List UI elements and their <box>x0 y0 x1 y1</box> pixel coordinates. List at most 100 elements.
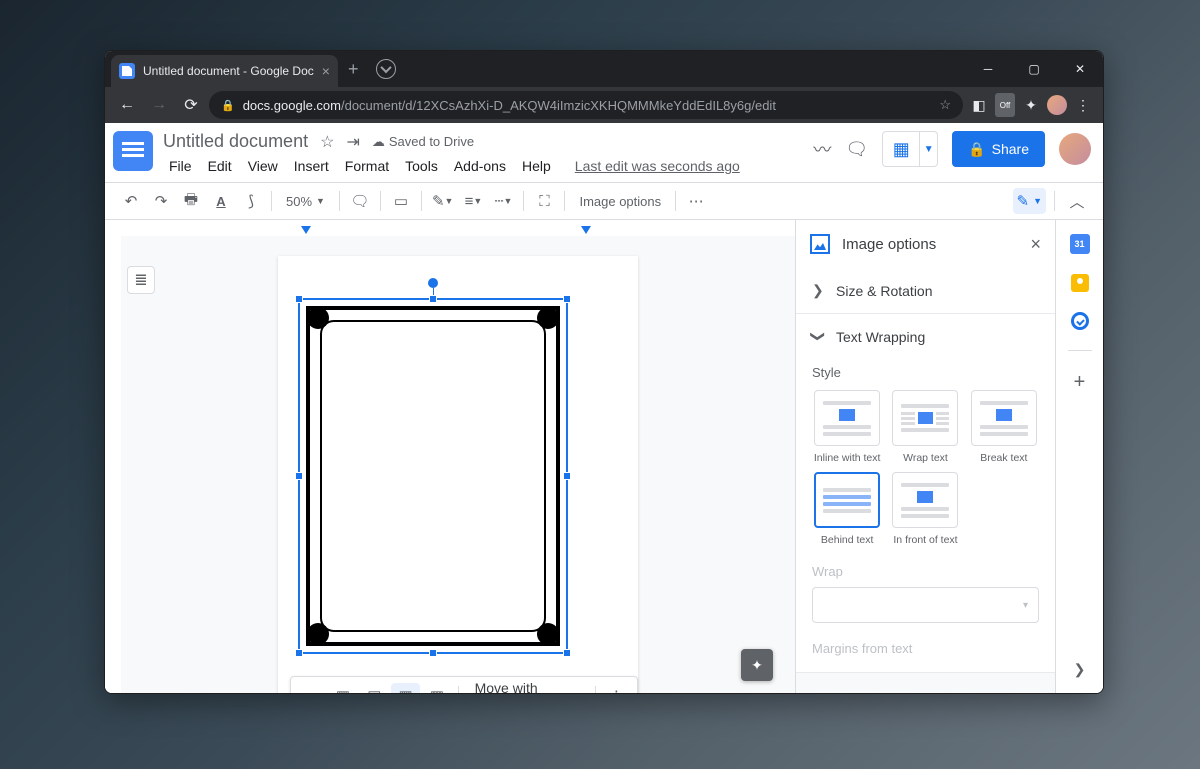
lock-icon: 🔒 <box>968 141 985 158</box>
browser-menu-icon[interactable]: ⋮ <box>1071 93 1095 117</box>
border-dash-button[interactable]: ┄▼ <box>489 188 517 214</box>
editing-mode-button[interactable]: ✎ ▼ <box>1013 188 1047 214</box>
style-break[interactable]: Break text <box>969 390 1039 464</box>
browser-tab[interactable]: Untitled document - Google Doc × <box>111 55 338 87</box>
omnibox[interactable]: 🔒 docs.google.com/document/d/12XCsAzhXi-… <box>209 91 963 119</box>
account-avatar[interactable] <box>1059 133 1091 165</box>
close-tab-icon[interactable]: × <box>322 63 330 79</box>
add-addon-button[interactable]: + <box>1074 371 1086 394</box>
image-options-button[interactable]: Image options <box>571 188 669 214</box>
resize-handle-b[interactable] <box>429 649 437 657</box>
hide-sidepanel-button[interactable]: ❯ <box>1066 655 1094 683</box>
docs-logo[interactable] <box>113 131 153 171</box>
last-edit-link[interactable]: Last edit was seconds ago <box>569 156 746 176</box>
panel-title: Image options <box>842 236 936 253</box>
present-dropdown-icon[interactable]: ▼ <box>919 132 937 166</box>
menu-bar: File Edit View Insert Format Tools Add-o… <box>163 156 803 176</box>
break-option-icon[interactable]: ▤ <box>360 683 389 693</box>
maximize-button[interactable]: ▢ <box>1011 51 1057 87</box>
profile-avatar[interactable] <box>1047 95 1067 115</box>
forward-button[interactable]: → <box>145 91 173 119</box>
keep-icon[interactable] <box>1071 274 1089 292</box>
crop-button[interactable]: ⛶ <box>530 188 558 214</box>
front-option-icon[interactable]: ▧ <box>422 683 451 693</box>
resize-handle-t[interactable] <box>429 295 437 303</box>
rotate-handle[interactable] <box>428 278 438 288</box>
wrap-select[interactable]: ▾ <box>812 587 1039 623</box>
resize-handle-tr[interactable] <box>563 295 571 303</box>
comments-icon[interactable]: 🗨 <box>845 139 868 160</box>
explore-button[interactable] <box>741 649 773 681</box>
border-weight-button[interactable]: ≡▼ <box>459 188 487 214</box>
size-rotation-section[interactable]: ❯ Size & Rotation <box>796 268 1055 314</box>
horizontal-ruler[interactable] <box>121 220 795 236</box>
text-wrapping-header[interactable]: ❯ Text Wrapping <box>796 314 1055 359</box>
extension-icon[interactable]: ◧ <box>967 93 991 117</box>
present-button[interactable]: ▦ ▼ <box>882 131 938 167</box>
left-indent-marker[interactable] <box>301 226 311 234</box>
inline-option-icon[interactable]: ▭ <box>297 683 326 693</box>
extensions-puzzle-icon[interactable]: ✦ <box>1019 93 1043 117</box>
menu-insert[interactable]: Insert <box>288 156 335 176</box>
star-icon[interactable]: ☆ <box>320 132 334 152</box>
menu-format[interactable]: Format <box>339 156 395 176</box>
border-color-button[interactable]: ✎▼ <box>428 188 458 214</box>
menu-file[interactable]: File <box>163 156 198 176</box>
share-button[interactable]: 🔒 Share <box>952 131 1045 167</box>
image-overflow-icon[interactable]: ⋮ <box>602 683 631 693</box>
activity-icon[interactable]: 〰 <box>813 136 831 162</box>
move-with-text-dropdown[interactable]: Move with text▼ <box>465 680 589 693</box>
bookmark-star-icon[interactable]: ☆ <box>939 97 951 113</box>
menu-tools[interactable]: Tools <box>399 156 444 176</box>
calendar-icon[interactable]: 31 <box>1070 234 1090 254</box>
add-comment-button[interactable]: 🗨 <box>346 188 374 214</box>
selected-image[interactable] <box>298 298 568 654</box>
menu-edit[interactable]: Edit <box>202 156 238 176</box>
present-icon[interactable]: ▦ <box>883 139 919 160</box>
panel-scroll[interactable]: ❯ Size & Rotation ❯ Text Wrapping Style <box>796 268 1055 693</box>
page[interactable]: ▭ ▦ ▤ ▥ ▧ Move with text▼ ⋮ <box>278 256 638 693</box>
style-inline[interactable]: Inline with text <box>812 390 882 464</box>
menu-view[interactable]: View <box>242 156 284 176</box>
menu-help[interactable]: Help <box>516 156 557 176</box>
behind-option-icon[interactable]: ▥ <box>391 683 420 693</box>
reload-button[interactable]: ⟳ <box>177 91 205 119</box>
saved-status[interactable]: ☁ Saved to Drive <box>372 134 474 150</box>
print-button[interactable]: 🖶 <box>177 188 205 214</box>
resize-handle-tl[interactable] <box>295 295 303 303</box>
vertical-ruler[interactable] <box>105 220 121 693</box>
window-controls: ─ ▢ ✕ <box>965 51 1103 87</box>
extension-off-icon[interactable]: Off <box>995 93 1015 117</box>
image-placeholder-icon[interactable]: ▭ <box>387 188 415 214</box>
new-tab-button[interactable]: + <box>338 59 369 80</box>
back-button[interactable]: ← <box>113 91 141 119</box>
resize-handle-br[interactable] <box>563 649 571 657</box>
zoom-dropdown[interactable]: 50%▼ <box>278 188 333 214</box>
style-wrap[interactable]: Wrap text <box>890 390 960 464</box>
style-behind[interactable]: Behind text <box>812 472 882 546</box>
document-title[interactable]: Untitled document <box>163 131 308 152</box>
image-icon <box>810 234 830 254</box>
close-panel-icon[interactable]: × <box>1030 234 1041 255</box>
media-control-icon[interactable] <box>376 59 396 79</box>
style-front[interactable]: In front of text <box>890 472 960 546</box>
docs-app: Untitled document ☆ ⇥ ☁ Saved to Drive F… <box>105 123 1103 693</box>
spellcheck-button[interactable]: A <box>207 188 235 214</box>
right-indent-marker[interactable] <box>581 226 591 234</box>
collapse-toolbar-button[interactable]: ︿ <box>1063 188 1091 214</box>
redo-button[interactable]: ↷ <box>147 188 175 214</box>
paint-format-button[interactable]: ⟆ <box>237 188 265 214</box>
image-inline-toolbar: ▭ ▦ ▤ ▥ ▧ Move with text▼ ⋮ <box>290 676 638 693</box>
close-window-button[interactable]: ✕ <box>1057 51 1103 87</box>
resize-handle-l[interactable] <box>295 472 303 480</box>
document-outline-button[interactable]: ≣ <box>127 266 155 294</box>
undo-button[interactable]: ↶ <box>117 188 145 214</box>
move-folder-icon[interactable]: ⇥ <box>346 132 359 152</box>
resize-handle-bl[interactable] <box>295 649 303 657</box>
resize-handle-r[interactable] <box>563 472 571 480</box>
more-toolbar-button[interactable]: ⋯ <box>682 188 710 214</box>
wrap-option-icon[interactable]: ▦ <box>328 683 357 693</box>
menu-addons[interactable]: Add-ons <box>448 156 512 176</box>
tasks-icon[interactable] <box>1071 312 1089 330</box>
minimize-button[interactable]: ─ <box>965 51 1011 87</box>
